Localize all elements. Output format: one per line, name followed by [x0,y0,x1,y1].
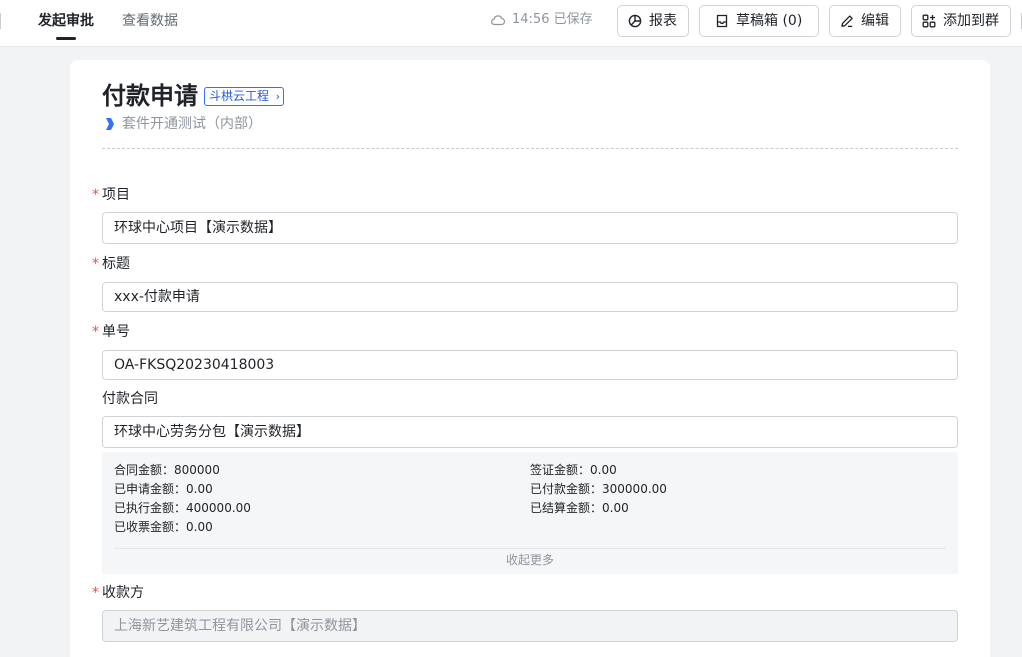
contract-info-panel: 合同金额：800000 签证金额：0.00 已申请金额：0.00 已付款金额：3… [102,452,958,574]
top-toolbar: 发起审批 查看数据 14:56 已保存 报表 草稿箱 (0) 编辑 添加到群 [0,0,1022,47]
info-settled-amount: 已结算金额：0.00 [530,501,629,515]
payee-value: 上海新艺建筑工程有限公司【演示数据】 [114,618,366,634]
inbox-icon [716,14,728,28]
contract-field[interactable]: 环球中心劳务分包【演示数据】 [102,416,958,448]
payee-label: * 收款方 [92,584,144,602]
title-value: xxx-付款申请 [114,289,200,305]
cloud-icon [491,15,506,26]
report-button[interactable]: 报表 [617,5,689,37]
bookmark-icon [106,118,114,130]
contract-label-text: 付款合同 [102,391,158,407]
info-applied-amount: 已申请金额：0.00 [114,482,213,496]
title-divider [102,148,958,149]
brand-tag[interactable]: 斗栱云工程 › [204,87,285,106]
save-status: 14:56 已保存 [490,12,593,28]
chevron-right-icon: › [275,90,281,103]
project-label: * 项目 [92,186,130,204]
tab-view-data[interactable]: 查看数据 [122,12,178,30]
contract-value: 环球中心劳务分包【演示数据】 [114,424,310,440]
add-to-group-icon [922,14,936,28]
info-visa-amount: 签证金额：0.00 [530,463,617,477]
edit-button-label: 编辑 [861,13,889,29]
form-card: 付款申请 斗栱云工程 › 套件开通测试（内部） * 项目 环球中心项目【演示数据… [70,60,990,657]
payee-field[interactable]: 上海新艺建筑工程有限公司【演示数据】 [102,610,958,642]
number-label-text: 单号 [102,324,130,340]
tab-initiate-approval[interactable]: 发起审批 [38,12,94,40]
draft-box-label: 草稿箱 (0) [736,13,803,29]
pencil-icon [841,15,853,28]
brand-tag-label: 斗栱云工程 [209,89,270,103]
title-field[interactable]: xxx-付款申请 [102,282,958,312]
edit-button[interactable]: 编辑 [829,5,901,37]
suite-info: 套件开通测试（内部） [104,115,262,133]
draft-box-button[interactable]: 草稿箱 (0) [699,5,819,37]
required-mark: * [92,585,99,601]
pie-chart-icon [628,14,642,28]
number-field[interactable]: OA-FKSQ20230418003 [102,350,958,380]
required-mark: * [92,256,99,272]
add-to-group-label: 添加到群 [943,13,999,29]
collapse-more-button[interactable]: 收起更多 [102,553,958,568]
info-paid-amount: 已付款金额：300000.00 [530,482,667,496]
number-value: OA-FKSQ20230418003 [114,357,275,373]
save-status-text: 14:56 已保存 [512,12,593,27]
project-label-text: 项目 [102,187,130,203]
project-field[interactable]: 环球中心项目【演示数据】 [102,212,958,244]
title-label: * 标题 [92,255,130,273]
info-invoiced-amount: 已收票金额：0.00 [114,520,213,534]
add-to-group-button[interactable]: 添加到群 [911,5,1011,37]
title-label-text: 标题 [102,256,130,272]
info-contract-amount: 合同金额：800000 [114,463,220,477]
project-value: 环球中心项目【演示数据】 [114,220,282,236]
suite-text: 套件开通测试（内部） [122,116,262,132]
form-title: 付款申请 [102,82,198,110]
info-divider [114,548,946,549]
required-mark: * [92,187,99,203]
left-divider [0,13,1,29]
required-mark: * [92,324,99,340]
contract-label: 付款合同 [102,390,158,408]
payee-label-text: 收款方 [102,585,144,601]
number-label: * 单号 [92,323,130,341]
info-executed-amount: 已执行金额：400000.00 [114,501,251,515]
report-button-label: 报表 [649,13,677,29]
